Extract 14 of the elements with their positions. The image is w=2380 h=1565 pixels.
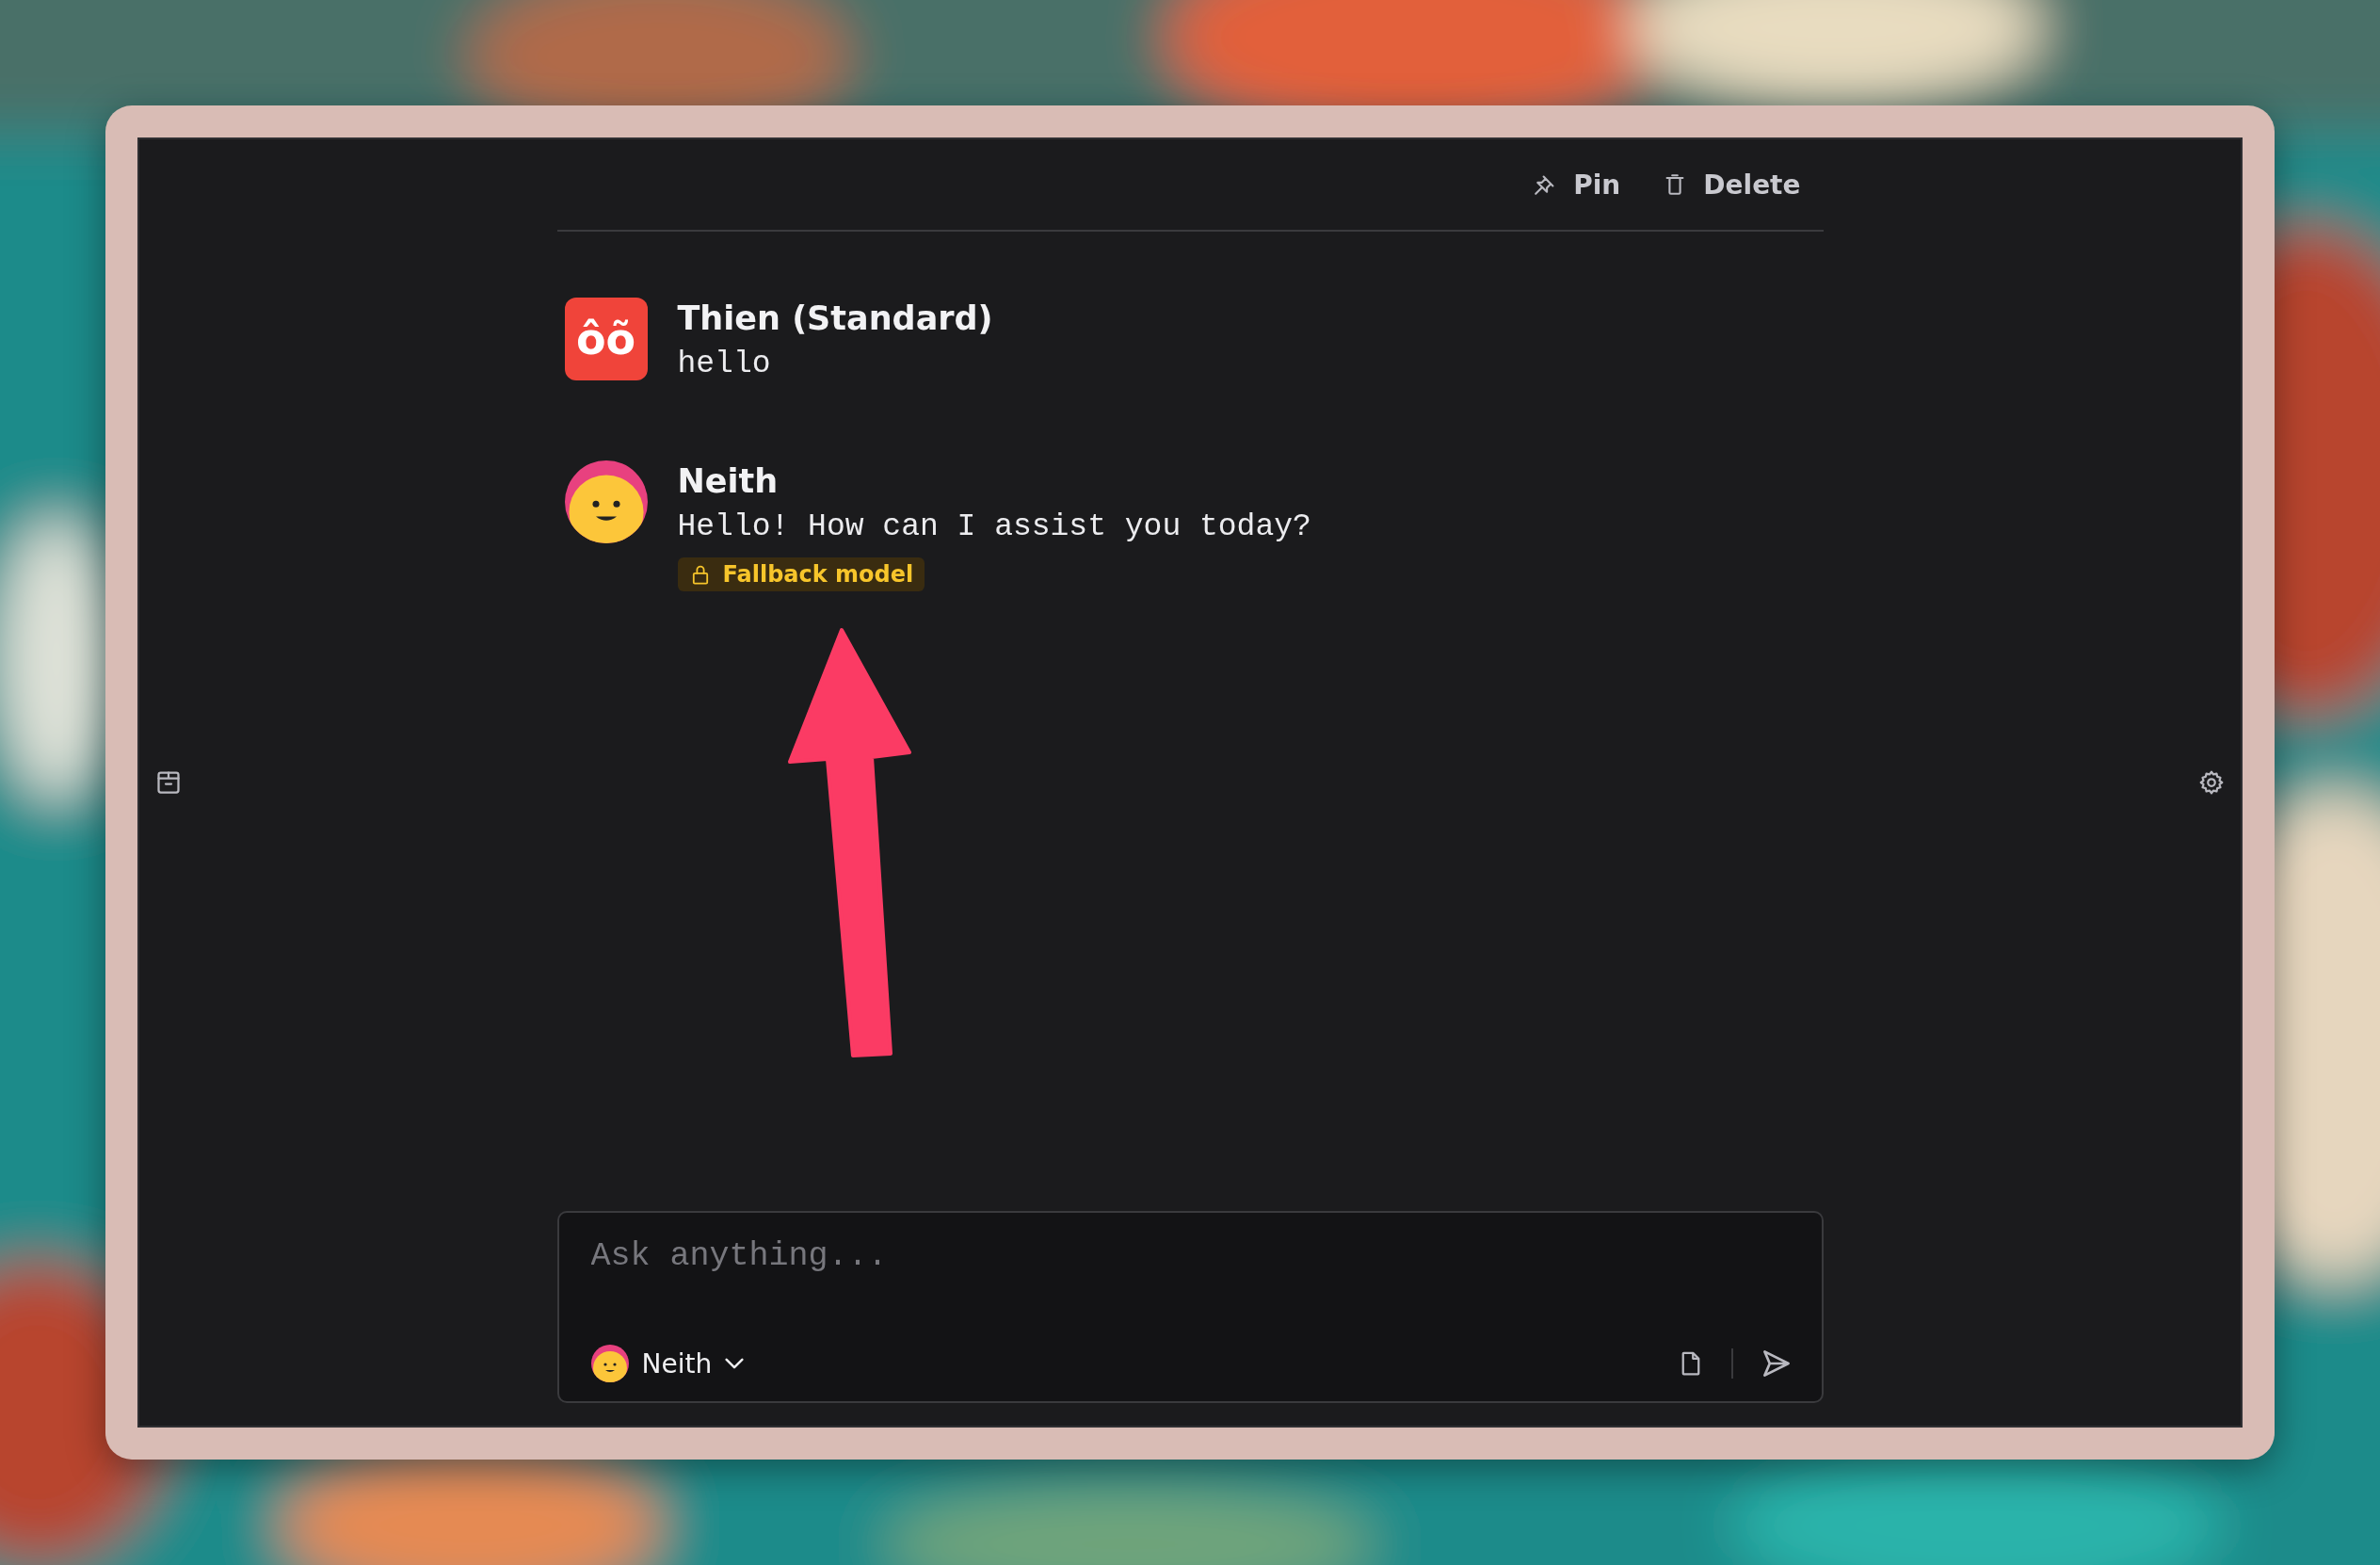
settings-icon[interactable] (2197, 768, 2226, 797)
caret-icon (725, 1358, 745, 1369)
model-selector[interactable]: Neith (590, 1345, 745, 1382)
message-text: hello (677, 345, 772, 383)
model-avatar-icon (590, 1345, 629, 1382)
delete-button[interactable]: Delete (1662, 169, 1801, 201)
fallback-badge: Fallback model (677, 557, 925, 591)
author-name: Neith (677, 461, 780, 502)
avatar: ôõ (564, 298, 648, 380)
archive-icon[interactable] (154, 768, 183, 797)
message-input[interactable]: Ask anything... (590, 1237, 1793, 1275)
message-text: Hello! How can I assist you today? (677, 508, 1311, 546)
author-name: Thien (Standard) (677, 298, 993, 339)
pin-button[interactable]: Pin (1532, 169, 1621, 201)
